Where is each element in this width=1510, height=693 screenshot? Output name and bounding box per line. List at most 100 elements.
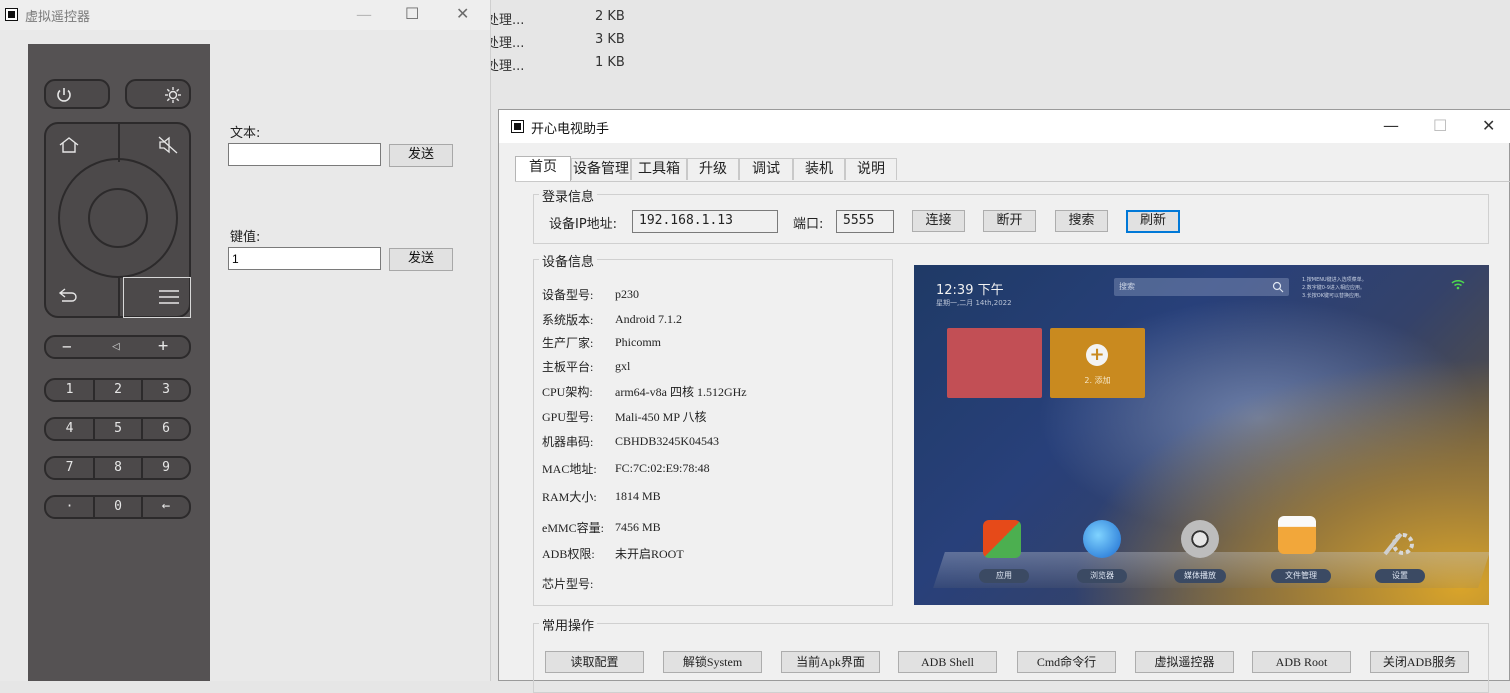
dot-button[interactable]: ·: [46, 499, 93, 514]
settings-icon: [1379, 520, 1417, 558]
tv-dock-label: 文件管理: [1271, 569, 1331, 583]
search-button[interactable]: 搜索: [1055, 210, 1108, 232]
minimize-button[interactable]: —: [1383, 116, 1399, 135]
apps-icon: [983, 520, 1021, 558]
digit-6-button[interactable]: 6: [143, 421, 189, 436]
tab-debug[interactable]: 调试: [739, 158, 793, 180]
app-icon: [5, 8, 18, 21]
volume-down-button[interactable]: −: [62, 338, 72, 356]
digit-2-button[interactable]: 2: [95, 382, 141, 397]
file-name[interactable]: 处理...: [486, 55, 524, 74]
tab-toolbox[interactable]: 工具箱: [631, 158, 687, 180]
stop-adb-button[interactable]: 关闭ADB服务: [1370, 651, 1469, 673]
tv-time: 12:39 下午: [936, 283, 1004, 298]
info-value: 7456 MB: [615, 520, 661, 534]
tab-home[interactable]: 首页: [515, 156, 571, 182]
info-label: 设备型号:: [542, 288, 594, 302]
file-name[interactable]: 处理...: [486, 32, 524, 51]
unlock-system-button[interactable]: 解锁System: [663, 651, 762, 673]
adb-root-button[interactable]: ADB Root: [1252, 651, 1351, 673]
digit-7-button[interactable]: 7: [46, 460, 93, 475]
info-label: ADB权限:: [542, 547, 595, 561]
info-label: RAM大小:: [542, 490, 597, 504]
tv-tile-label: 2. 添加: [1084, 376, 1111, 385]
info-label: GPU型号:: [542, 410, 594, 424]
tv-titlebar[interactable]: 开心电视助手 — ☐ ✕: [499, 110, 1510, 143]
window-title: 开心电视助手: [531, 122, 610, 137]
tv-dock-label: 浏览器: [1077, 569, 1127, 583]
gear-icon: [165, 87, 181, 103]
key-label: 键值:: [230, 230, 261, 245]
info-label: CPU架构:: [542, 385, 593, 399]
digit-1-button[interactable]: 1: [46, 382, 93, 397]
info-value: p230: [615, 287, 639, 301]
search-icon: [1272, 281, 1284, 293]
home-icon[interactable]: [58, 136, 80, 154]
volume-icon: ◁: [112, 339, 120, 354]
port-label: 端口:: [793, 217, 824, 232]
mute-icon[interactable]: [158, 136, 178, 154]
text-label: 文本:: [230, 126, 261, 141]
tab-help[interactable]: 说明: [845, 158, 897, 180]
refresh-button[interactable]: 刷新: [1126, 210, 1180, 233]
info-value: arm64-v8a 四核 1.512GHz: [615, 385, 747, 399]
tv-search-box: 搜索: [1114, 278, 1289, 296]
menu-button[interactable]: [123, 277, 191, 318]
volume-up-button[interactable]: +: [158, 337, 168, 356]
current-apk-button[interactable]: 当前Apk界面: [781, 651, 880, 673]
digit-4-button[interactable]: 4: [46, 421, 93, 436]
app-icon: [511, 120, 524, 133]
send-key-button[interactable]: 发送: [389, 248, 453, 271]
send-text-button[interactable]: 发送: [389, 144, 453, 167]
tv-screenshot-preview: 12:39 下午 星期一,二月 14th,2022 搜索 1.按MENU键进入选…: [914, 265, 1489, 605]
digit-9-button[interactable]: 9: [143, 460, 189, 475]
remote-control-panel: − ◁ + 1 2 3 4 5 6 7 8 9 · 0 ←: [28, 44, 210, 681]
adb-shell-button[interactable]: ADB Shell: [898, 651, 997, 673]
add-icon: +: [1086, 344, 1108, 366]
key-input[interactable]: [228, 247, 381, 270]
virtual-remote-button[interactable]: 虚拟遥控器: [1135, 651, 1234, 673]
maximize-button[interactable]: ☐: [405, 4, 419, 23]
ip-input[interactable]: 192.168.1.13: [632, 210, 778, 233]
info-value: Android 7.1.2: [615, 312, 682, 326]
port-input[interactable]: 5555: [836, 210, 894, 233]
volume-bar: − ◁ +: [44, 335, 191, 359]
info-value: CBHDB3245K04543: [615, 434, 720, 448]
info-label: MAC地址:: [542, 462, 597, 476]
remote-titlebar[interactable]: 虚拟遥控器 — ☐ ✕: [0, 0, 490, 30]
read-config-button[interactable]: 读取配置: [545, 651, 644, 673]
file-name[interactable]: 处理...: [486, 9, 524, 28]
browser-icon: [1083, 520, 1121, 558]
digit-5-button[interactable]: 5: [95, 421, 141, 436]
maximize-button[interactable]: ☐: [1433, 116, 1447, 135]
tab-install[interactable]: 装机: [793, 158, 845, 180]
digit-0-button[interactable]: 0: [95, 499, 141, 514]
cmd-button[interactable]: Cmd命令行: [1017, 651, 1116, 673]
file-size: 2 KB: [595, 9, 625, 24]
settings-button[interactable]: [125, 79, 191, 109]
info-value: Phicomm: [615, 335, 662, 349]
window-title: 虚拟遥控器: [25, 10, 91, 25]
digit-3-button[interactable]: 3: [143, 382, 189, 397]
ok-button[interactable]: [88, 188, 148, 248]
tab-device-manage[interactable]: 设备管理: [571, 158, 631, 180]
disconnect-button[interactable]: 断开: [983, 210, 1036, 232]
file-manager-icon: [1278, 516, 1316, 554]
info-label: 系统版本:: [542, 313, 594, 327]
tv-dock-label: 应用: [979, 569, 1029, 583]
text-input[interactable]: [228, 143, 381, 166]
group-title: 设备信息: [539, 251, 598, 270]
minimize-button[interactable]: —: [356, 5, 372, 24]
close-button[interactable]: ✕: [1482, 116, 1495, 135]
connect-button[interactable]: 连接: [912, 210, 965, 232]
backspace-button[interactable]: ←: [143, 498, 189, 514]
tab-upgrade[interactable]: 升级: [687, 158, 739, 180]
power-button[interactable]: [44, 79, 110, 109]
digit-8-button[interactable]: 8: [95, 460, 141, 475]
digit-row: 4 5 6: [44, 417, 191, 441]
back-icon[interactable]: [58, 286, 80, 304]
tv-hint: 3.长按OK键可以替换应用。: [1302, 293, 1364, 299]
info-label: 机器串码:: [542, 435, 594, 449]
info-label: 主板平台:: [542, 360, 594, 374]
close-button[interactable]: ✕: [456, 4, 469, 23]
